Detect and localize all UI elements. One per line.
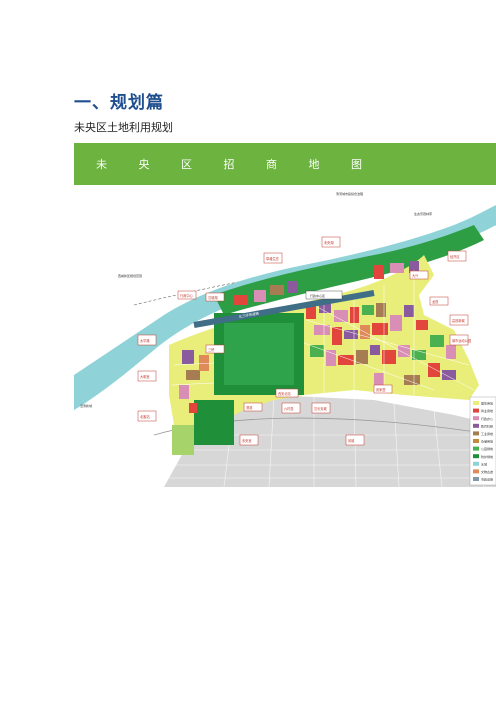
land-use-map: 北三环快速路 行政中心区 未央湖 草滩生态 汉城湖 行政中心 经开区 高铁新城 … — [74, 185, 496, 487]
legend-label: 工业用地 — [481, 431, 493, 436]
svg-text:汉长安城: 汉长安城 — [314, 406, 328, 411]
legend-swatch — [473, 461, 479, 466]
green-belt-south — [194, 400, 234, 445]
legend-label: 公园绿地 — [481, 446, 493, 451]
svg-text:六村堡: 六村堡 — [284, 406, 294, 411]
svg-text:高铁新城: 高铁新城 — [452, 318, 466, 323]
center-label: 行政中心区 — [310, 293, 325, 298]
legend-swatch — [473, 423, 479, 428]
svg-text:渭滨: 渭滨 — [246, 405, 253, 410]
legend-label: 市政设施 — [481, 477, 493, 482]
svg-text:大明宫: 大明宫 — [140, 374, 150, 379]
legend-swatch — [473, 416, 479, 421]
legend-label: 居住用地 — [481, 401, 493, 406]
legend-swatch — [473, 439, 479, 443]
legend-swatch — [473, 431, 479, 436]
svg-text:张家堡: 张家堡 — [376, 387, 386, 392]
svg-text:泾渭新城: 泾渭新城 — [80, 403, 92, 408]
svg-text:汉城湖: 汉城湖 — [208, 295, 218, 300]
svg-text:龙首: 龙首 — [432, 299, 439, 304]
legend-swatch — [473, 446, 479, 451]
legend-label: 教育科研 — [481, 423, 493, 428]
svg-text:西咸新区规划范围: 西咸新区规划范围 — [118, 273, 142, 278]
legend-swatch — [473, 401, 479, 405]
svg-text:渭河城市段综合治理: 渭河城市段综合治理 — [336, 191, 363, 196]
svg-text:三桥: 三桥 — [208, 347, 215, 352]
svg-text:未央宫: 未央宫 — [242, 438, 252, 443]
legend-label: 文物古迹 — [481, 469, 493, 474]
svg-text:草滩生态: 草滩生态 — [266, 256, 280, 261]
svg-text:生态景观林带: 生态景观林带 — [414, 211, 432, 216]
legend-label: 水域 — [481, 461, 487, 466]
legend-swatch — [473, 469, 479, 474]
legend-label: 防护绿地 — [481, 454, 493, 459]
legend-label: 仓储用地 — [481, 439, 493, 444]
legend-swatch — [473, 454, 479, 459]
legend-label: 行政办公 — [481, 416, 493, 421]
legend-label: 商业用地 — [481, 408, 493, 413]
svg-text:西安北站: 西安北站 — [278, 391, 292, 396]
svg-text:凤城: 凤城 — [348, 438, 355, 443]
map-legend: 居住用地商业用地行政办公教育科研工业用地仓储用地公园绿地防护绿地水域文物古迹市政… — [469, 396, 496, 486]
svg-text:北客站: 北客站 — [140, 414, 150, 419]
section-heading: 一、规划篇 — [74, 93, 164, 113]
map-caption: 未央区土地利用规划 — [74, 121, 173, 134]
svg-text:太华路: 太华路 — [140, 338, 150, 343]
park-inner — [224, 323, 294, 385]
green-patch — [172, 425, 194, 455]
svg-text:行政中心: 行政中心 — [180, 293, 194, 298]
svg-text:经开区: 经开区 — [450, 254, 460, 259]
map-banner: 未 央 区 招 商 地 图 — [74, 143, 496, 185]
land-use-map-figure: 未 央 区 招 商 地 图 北三环快速路 行政中心区 未央湖 草滩生态 汉城湖 … — [74, 143, 496, 487]
map-banner-title: 未 央 区 招 商 地 图 — [96, 158, 376, 171]
legend-swatch — [473, 477, 479, 481]
svg-text:城市运动公园: 城市运动公园 — [452, 338, 471, 343]
svg-text:未央湖: 未央湖 — [324, 240, 334, 245]
legend-swatch — [473, 408, 479, 413]
svg-text:大兴: 大兴 — [412, 273, 419, 278]
